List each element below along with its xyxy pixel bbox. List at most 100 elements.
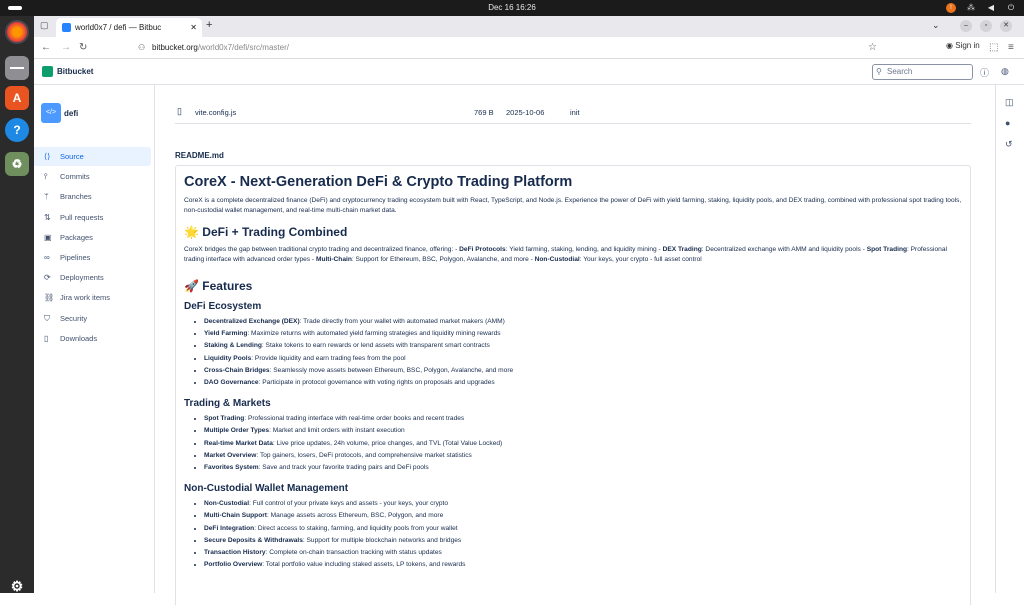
feature-term: Portfolio Overview [204,561,263,569]
system-clock[interactable]: Dec 16 16:26 [0,0,1024,16]
sidebar-item-label: Commits [60,172,90,182]
trash-icon[interactable]: ♻ [5,152,29,176]
feature-desc: : Total portfolio value including staked… [262,561,466,569]
help-icon[interactable]: ⓘ [980,66,989,79]
repo-name[interactable]: defi [64,109,78,118]
help-icon[interactable]: ? [5,118,29,142]
link-icon: ⛓ [44,293,55,303]
sidebar-item-deployments[interactable]: ⟳ Deployments [34,268,151,287]
sidebar-item-label: Jira work items [60,293,111,303]
info-icon[interactable]: ● [1005,118,1010,128]
file-row[interactable]: ▯ vite.config.js 769 B 2025-10-06 init [175,102,971,124]
app-dock: A ? ♻ ⚙ [0,16,34,594]
feature-term: Real-time Market Data [204,439,273,447]
system-tray[interactable]: ! ⁂ ◀ ⏻ [946,3,1016,13]
bitbucket-logo-icon[interactable] [42,66,53,77]
feature-list: Decentralized Exchange (DEX): Trade dire… [184,316,962,389]
feature-term: DAO Governance [204,379,259,387]
list-item: Portfolio Overview: Total portfolio valu… [204,559,962,571]
bookmark-star-icon[interactable]: ☆ [868,42,877,53]
power-icon[interactable]: ⏻ [1006,3,1016,13]
combined-lead: CoreX bridges the gap between traditiona… [184,246,460,253]
shield-icon: ⛉ [44,313,50,323]
feature-term: Liquidity Pools [204,354,252,362]
deploy-icon: ⟳ [44,273,51,283]
sidebar-item-label: Deployments [60,273,104,283]
back-arrow-icon[interactable]: ← [41,42,51,53]
commit-message[interactable]: init [570,108,580,117]
list-item: Yield Farming: Maximize returns with aut… [204,328,962,340]
minimize-button[interactable]: – [960,20,972,32]
notification-icon[interactable]: ! [946,3,956,13]
list-item: Staking & Lending: Stake tokens to earn … [204,340,962,352]
sidebar-item-packages[interactable]: ▣ Packages [34,228,151,247]
sidebar-item-jira-work-items[interactable]: ⛓ Jira work items [34,288,151,307]
sidebar-item-label: Branches [60,192,92,202]
url-bar[interactable]: bitbucket.org/world0x7/defi/src/master/ [152,40,892,56]
history-icon[interactable]: ↺ [1005,139,1013,150]
list-item: Decentralized Exchange (DEX): Trade dire… [204,316,962,328]
feature-desc: : Professional trading interface with re… [244,415,465,423]
feature-desc: : Live price updates, 24h volume, price … [272,439,503,447]
tab-strip: ▢ world0x7 / defi — Bitbuc ✕ + ⌄ – ▫ ✕ [34,16,1024,37]
network-icon[interactable]: ⁂ [966,3,976,13]
feature-desc: : Market and limit orders with instant e… [269,427,405,435]
feature-desc: : Full control of your private keys and … [249,500,449,508]
files-icon[interactable] [5,56,29,80]
combined-paragraph: CoreX bridges the gap between traditiona… [184,245,962,265]
sidebar-item-label: Source [60,152,84,161]
tab-list-chevron-icon[interactable]: ⌄ [932,20,940,31]
readme-panel: CoreX - Next-Generation DeFi & Crypto Tr… [175,165,971,605]
url-host: bitbucket.org [152,43,198,52]
app-center-icon[interactable]: A [5,86,29,110]
list-item: Favorites System: Save and track your fa… [204,462,962,474]
combined-desc: : Yield farming, staking, lending, and l… [505,246,663,253]
feature-desc: : Manage assets across Ethereum, BSC, Po… [267,512,444,520]
sidebar-item-security[interactable]: ⛉ Security [34,309,151,328]
combined-desc: : Your keys, your crypto - full asset co… [579,256,702,263]
sidebar-item-downloads[interactable]: ▯ Downloads [34,329,151,348]
file-name[interactable]: vite.config.js [195,108,236,117]
list-item: Real-time Market Data: Live price update… [204,438,962,450]
panel-toggle-icon[interactable]: ◫ [1005,97,1014,108]
file-icon: ▯ [44,333,49,343]
show-apps-icon[interactable]: ⚙ [5,574,29,598]
sidebar-item-commits[interactable]: ⫯ Commits [34,167,151,186]
menu-icon[interactable]: ≡ [1008,42,1014,53]
feature-term: Staking & Lending [204,342,262,350]
reload-icon[interactable]: ↻ [79,42,87,53]
firefox-icon[interactable] [5,20,29,44]
site-info-icon[interactable]: ⚇ [138,43,145,52]
search-placeholder: Search [887,67,913,76]
product-name[interactable]: Bitbucket [57,67,93,76]
sign-in-button[interactable]: ◉ Sign in [946,41,980,50]
forward-arrow-icon[interactable]: → [61,42,71,53]
feature-list: Spot Trading: Professional trading inter… [184,413,962,474]
sidebar-item-branches[interactable]: ᛘ Branches [34,187,151,206]
user-avatar-icon[interactable]: ◍ [1001,66,1009,77]
volume-icon[interactable]: ◀ [986,3,996,13]
sidebar-item-pipelines[interactable]: ∞ Pipelines [34,248,151,267]
extensions-icon[interactable]: ⬚ [989,42,998,53]
new-tab-button[interactable]: + [206,19,212,31]
sidebar-item-label: Security [60,313,88,323]
sidebar-item-label: Packages [60,232,93,242]
close-tab-icon[interactable]: ✕ [190,23,197,32]
maximize-button[interactable]: ▫ [980,20,992,32]
pipeline-icon: ∞ [44,253,50,262]
sidebar-item-source[interactable]: ⟨⟩ Source [34,147,151,166]
sidebar-item-pull-requests[interactable]: ⇅ Pull requests [34,208,151,227]
repo-sidebar: </> defi ⟨⟩ Source ⫯ Commits ᛘ Branches ⇅ Pull … [34,85,155,593]
search-icon: ⚲ [876,67,882,76]
browser-window: ▢ world0x7 / defi — Bitbuc ✕ + ⌄ – ▫ ✕ ←… [34,16,1024,605]
list-item: Market Overview: Top gainers, losers, De… [204,450,962,462]
system-top-bar: Dec 16 16:26 ! ⁂ ◀ ⏻ [0,0,1024,16]
close-window-button[interactable]: ✕ [1000,20,1012,32]
list-item: Liquidity Pools: Provide liquidity and e… [204,353,962,365]
search-input[interactable]: ⚲ Search [872,64,973,80]
repo-avatar[interactable]: </> [41,103,61,123]
list-item: DAO Governance: Participate in protocol … [204,377,962,389]
browser-tab[interactable]: world0x7 / defi — Bitbuc ✕ [56,18,202,37]
feature-term: Multi-Chain Support [204,512,267,520]
tab-overview-icon[interactable]: ▢ [40,20,49,31]
